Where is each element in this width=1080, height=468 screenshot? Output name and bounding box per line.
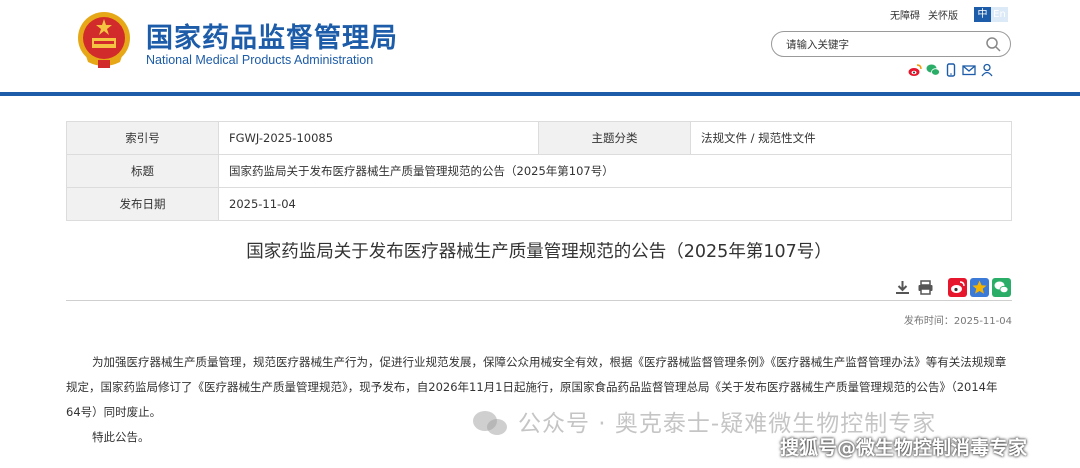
lang-cn-button[interactable]: 中 [974, 7, 991, 22]
header-divider [0, 92, 1080, 96]
print-icon[interactable] [917, 279, 934, 296]
mobile-icon[interactable] [944, 63, 958, 77]
favorite-star-icon[interactable] [970, 278, 989, 297]
index-value: FGWJ-2025-10085 [218, 121, 539, 155]
sohu-watermark: 搜狐号@微生物控制消毒专家 [780, 437, 1028, 459]
language-switch: 中 En [974, 7, 1008, 22]
lang-en-button[interactable]: En [991, 7, 1008, 22]
national-emblem-icon[interactable] [76, 10, 132, 70]
weibo-icon[interactable] [908, 63, 922, 77]
topic-value: 法规文件 / 规范性文件 [690, 121, 1012, 155]
topic-label: 主题分类 [538, 121, 691, 155]
wechat-icon[interactable] [926, 63, 940, 77]
title-value: 国家药监局关于发布医疗器械生产质量管理规范的公告（2025年第107号） [218, 154, 1012, 188]
download-icon[interactable] [894, 279, 911, 296]
site-header: 国家药品监督管理局 National Medical Products Admi… [0, 0, 1080, 95]
user-icon[interactable] [980, 63, 994, 77]
search-input[interactable] [786, 36, 976, 53]
index-label: 索引号 [66, 121, 219, 155]
top-links: 无障碍 关怀版 中 En [890, 7, 1008, 22]
care-mode-link[interactable]: 关怀版 [928, 7, 958, 22]
site-title-en[interactable]: National Medical Products Administration [146, 53, 373, 67]
wechat-share-icon[interactable] [992, 278, 1011, 297]
share-buttons [948, 278, 1011, 297]
search-box [771, 31, 1011, 57]
search-icon[interactable] [985, 36, 1002, 53]
social-links [908, 63, 994, 77]
accessibility-link[interactable]: 无障碍 [890, 7, 920, 22]
title-label: 标题 [66, 154, 219, 188]
article-title: 国家药监局关于发布医疗器械生产质量管理规范的公告（2025年第107号） [246, 242, 832, 262]
table-row: 发布日期 2025-11-04 [66, 187, 1012, 221]
publish-time: 发布时间：2025-11-04 [903, 316, 1012, 327]
document-info-table: 索引号 FGWJ-2025-10085 主题分类 法规文件 / 规范性文件 标题… [66, 121, 1012, 221]
table-row: 索引号 FGWJ-2025-10085 主题分类 法规文件 / 规范性文件 [66, 121, 1012, 155]
email-icon[interactable] [962, 63, 976, 77]
article-tools [894, 279, 934, 296]
weibo-share-icon[interactable] [948, 278, 967, 297]
date-label: 发布日期 [66, 187, 219, 221]
site-title-cn[interactable]: 国家药品监督管理局 [146, 16, 398, 55]
title-divider [66, 300, 1012, 301]
table-row: 标题 国家药监局关于发布医疗器械生产质量管理规范的公告（2025年第107号） [66, 154, 1012, 188]
date-value: 2025-11-04 [218, 187, 1012, 221]
